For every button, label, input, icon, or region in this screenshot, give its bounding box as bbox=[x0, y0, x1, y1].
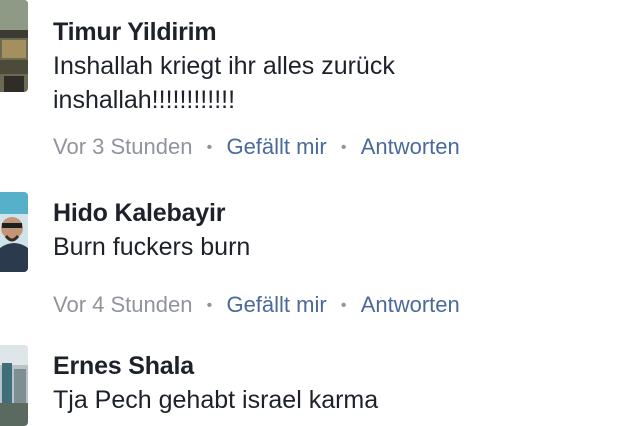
comment-text: Burn fuckers burn bbox=[53, 230, 620, 264]
comment-meta: Vor 3 Stunden • Gefällt mir • Antworten bbox=[53, 133, 620, 162]
comment-timestamp[interactable]: Vor 4 Stunden bbox=[53, 292, 192, 317]
comment-author[interactable]: Hido Kalebayir bbox=[53, 198, 620, 228]
like-button[interactable]: Gefällt mir bbox=[226, 292, 326, 317]
comment-text-line: inshallah!!!!!!!!!!!! bbox=[53, 86, 236, 114]
reply-button[interactable]: Antworten bbox=[361, 292, 460, 317]
avatar[interactable] bbox=[0, 192, 28, 272]
avatar[interactable] bbox=[0, 0, 28, 92]
like-button[interactable]: Gefällt mir bbox=[226, 134, 326, 159]
comment-body: Ernes Shala Tja Pech gehabt israel karma bbox=[53, 351, 620, 417]
comment-text-line: Inshallah kriegt ihr alles zurück bbox=[53, 52, 395, 80]
comment-text-line: Burn fuckers burn bbox=[53, 233, 251, 261]
comment-author[interactable]: Ernes Shala bbox=[53, 351, 620, 381]
reply-button[interactable]: Antworten bbox=[361, 134, 460, 159]
separator-dot: • bbox=[206, 297, 213, 314]
avatar-image bbox=[0, 345, 28, 426]
comment-text: Inshallah kriegt ihr alles zurück inshal… bbox=[53, 49, 620, 117]
comment-timestamp[interactable]: Vor 3 Stunden bbox=[53, 134, 192, 159]
comment-body: Timur Yildirim Inshallah kriegt ihr alle… bbox=[53, 17, 620, 162]
separator-dot: • bbox=[206, 139, 213, 156]
comment-text: Tja Pech gehabt israel karma bbox=[53, 383, 620, 417]
avatar-image bbox=[0, 192, 28, 272]
comment-author[interactable]: Timur Yildirim bbox=[53, 17, 620, 47]
avatar[interactable] bbox=[0, 345, 28, 426]
separator-dot: • bbox=[340, 297, 347, 314]
avatar-image bbox=[0, 0, 28, 92]
comment-body: Hido Kalebayir Burn fuckers burn Vor 4 S… bbox=[53, 198, 620, 320]
comment-text-line: Tja Pech gehabt israel karma bbox=[53, 386, 379, 414]
comment-meta: Vor 4 Stunden • Gefällt mir • Antworten bbox=[53, 291, 620, 320]
separator-dot: • bbox=[340, 139, 347, 156]
